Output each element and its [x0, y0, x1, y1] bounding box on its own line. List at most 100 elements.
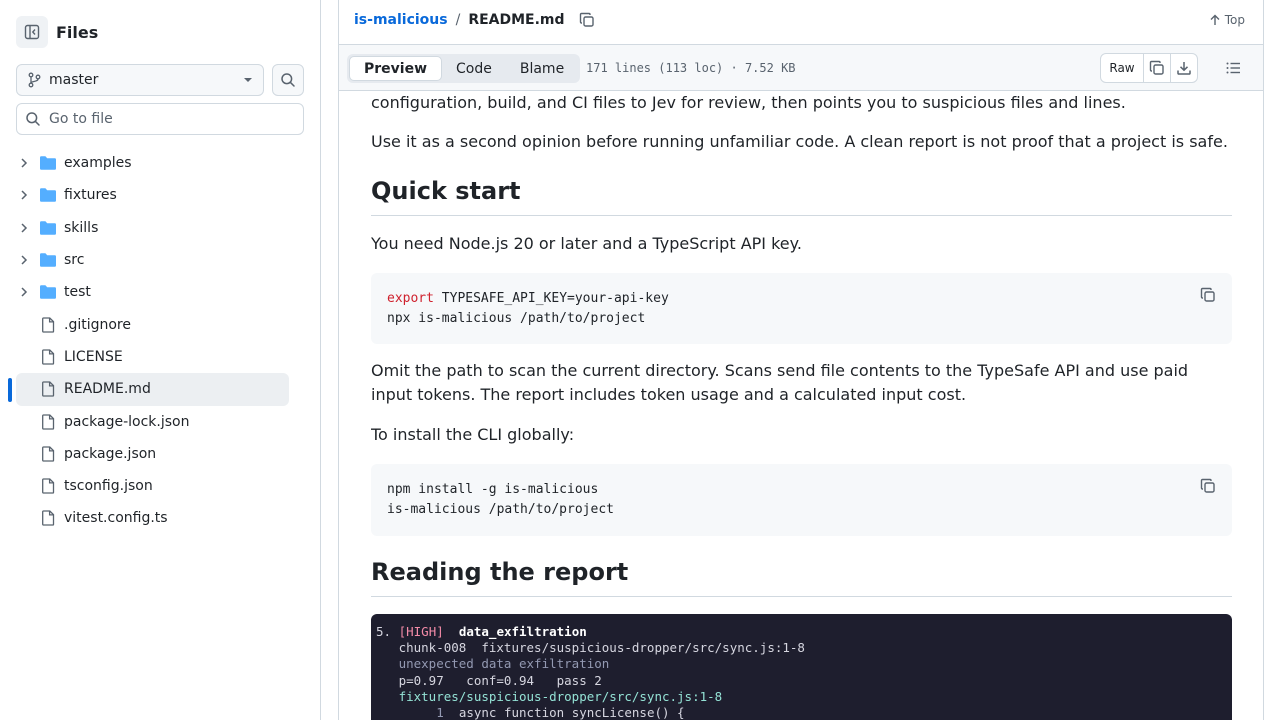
tree-item-icon: [39, 413, 57, 430]
file-view: is-malicious / README.md Top Preview Cod…: [338, 0, 1264, 720]
outline-button[interactable]: [1225, 60, 1241, 80]
file-toolbar: Preview Code Blame 171 lines (113 loc) ·…: [339, 44, 1263, 91]
tree-file-vitest-config-ts[interactable]: vitest.config.ts: [0, 502, 320, 534]
branch-selector[interactable]: master: [16, 64, 264, 96]
file-header: is-malicious / README.md Top: [339, 0, 1263, 44]
finding-index: 5.: [376, 624, 392, 639]
tree-item-label: vitest.config.ts: [64, 510, 168, 527]
copy-icon: [1200, 287, 1215, 302]
file-icon: [42, 316, 55, 333]
search-files-button[interactable]: [272, 64, 304, 96]
tree-file-gitignore[interactable]: .gitignore: [0, 308, 320, 340]
finding-chunk: chunk-008 fixtures/suspicious-dropper/sr…: [398, 640, 805, 656]
tree-item-label: README.md: [64, 381, 151, 398]
code-line: npx is-malicious /path/to/project: [387, 310, 646, 326]
chevron-right-icon: [21, 287, 28, 297]
chevron-right-icon: [21, 255, 28, 265]
go-to-file-field[interactable]: [16, 103, 304, 135]
terminal-line: unexpected data exfiltration: [376, 656, 1227, 672]
tree-item-icon: [39, 220, 57, 236]
copy-icon: [579, 12, 594, 27]
tree-item-label: examples: [64, 155, 132, 172]
tab-blame[interactable]: Blame: [506, 56, 578, 81]
heading-quick-start: Quick start: [371, 177, 1232, 216]
tree-item-icon: [39, 187, 57, 203]
tree-folder-fixtures[interactable]: fixtures: [0, 179, 320, 211]
tree-item-label: package.json: [64, 445, 157, 462]
sidebar-header: Files: [16, 16, 98, 48]
tree-item-icon: [39, 478, 57, 494]
breadcrumb-separator: /: [455, 12, 461, 28]
branch-name: master: [49, 72, 99, 88]
file-icon: [42, 349, 55, 365]
readme-paragraph: You need Node.js 20 or later and a TypeS…: [371, 234, 802, 253]
finding-category: data_exfiltration: [458, 624, 587, 639]
folder-icon: [40, 221, 56, 235]
top-label: Top: [1224, 13, 1245, 27]
tab-preview[interactable]: Preview: [349, 56, 443, 81]
readme-content: configuration, build, and CI files to Je…: [371, 91, 1232, 720]
terminal-line: fixtures/suspicious-dropper/src/sync.js:…: [376, 689, 1227, 705]
breadcrumb: is-malicious / README.md: [354, 12, 595, 28]
copy-code-button[interactable]: [1200, 478, 1216, 498]
tree-file-readme-md[interactable]: README.md: [0, 373, 320, 407]
selected-indicator: [8, 378, 12, 403]
tree-folder-test[interactable]: test: [0, 276, 320, 308]
terminal-line: 5. [HIGH] data_exfiltration: [376, 624, 1227, 640]
tree-item-label: skills: [64, 219, 99, 236]
finding-stats: p=0.97 conf=0.94 pass 2: [398, 672, 602, 688]
copy-code-button[interactable]: [1200, 287, 1216, 307]
download-button[interactable]: [1170, 54, 1197, 82]
sidebar-title: Files: [56, 22, 99, 42]
folder-icon: [40, 156, 56, 170]
copy-raw-button[interactable]: [1143, 54, 1170, 82]
tree-item-icon: [39, 316, 57, 333]
go-to-file-input[interactable]: [49, 111, 289, 127]
file-icon: [42, 446, 55, 462]
tree-folder-examples[interactable]: examples: [0, 147, 320, 179]
file-icon: [42, 413, 55, 430]
readme-paragraph: Use it as a second opinion before runnin…: [371, 132, 1228, 151]
copy-icon: [1200, 478, 1215, 493]
readme-paragraph: configuration, build, and CI files to Je…: [371, 93, 1126, 112]
expand-toggle[interactable]: [18, 189, 30, 201]
readme-paragraph: To install the CLI globally:: [371, 425, 575, 444]
terminal-line: 1 async function syncLicense() {: [376, 705, 1227, 720]
tree-file-license[interactable]: LICENSE: [0, 341, 320, 373]
folder-icon: [40, 285, 56, 300]
expand-toggle[interactable]: [18, 254, 30, 266]
collapse-sidebar-button[interactable]: [16, 16, 48, 48]
raw-button[interactable]: Raw: [1101, 54, 1143, 82]
tree-item-label: tsconfig.json: [64, 478, 153, 495]
list-icon: [1226, 62, 1240, 74]
code-line: export TYPESAFE_API_KEY=your-api-key: [387, 289, 1216, 309]
chevron-down-icon: [244, 78, 252, 82]
tree-file-tsconfig-json[interactable]: tsconfig.json: [0, 470, 320, 502]
expand-toggle[interactable]: [18, 286, 30, 298]
terminal-line: chunk-008 fixtures/suspicious-dropper/sr…: [376, 640, 1227, 656]
code-text: TYPESAFE_API_KEY=your-api-key: [433, 291, 669, 306]
tree-item-label: package-lock.json: [64, 413, 190, 430]
tab-code[interactable]: Code: [442, 56, 506, 81]
code-line: is-malicious /path/to/project: [387, 501, 614, 517]
folder-icon: [40, 253, 56, 267]
copy-path-button[interactable]: [579, 12, 595, 28]
expand-toggle[interactable]: [18, 157, 30, 169]
readme-paragraph: Omit the path to scan the current direct…: [371, 361, 1189, 404]
heading-reading-report: Reading the report: [371, 558, 1232, 597]
tree-item-icon: [39, 446, 57, 462]
finding-path: fixtures/suspicious-dropper/src/sync.js:…: [398, 688, 723, 704]
tree-folder-src[interactable]: src: [0, 244, 320, 276]
arrow-up-icon: [1210, 14, 1220, 25]
search-icon: [281, 73, 295, 87]
tree-item-icon: [39, 349, 57, 365]
file-info: 171 lines (113 loc) · 7.52 KB: [586, 61, 796, 75]
tree-folder-skills[interactable]: skills: [0, 212, 320, 244]
breadcrumb-repo-link[interactable]: is-malicious: [354, 12, 448, 28]
tree-file-package-lock-json[interactable]: package-lock.json: [0, 405, 320, 437]
back-to-top-button[interactable]: Top: [1209, 13, 1245, 27]
tree-file-package-json[interactable]: package.json: [0, 438, 320, 470]
tree-item-label: src: [64, 252, 85, 269]
expand-toggle[interactable]: [18, 222, 30, 234]
tree-item-icon: [39, 381, 57, 397]
